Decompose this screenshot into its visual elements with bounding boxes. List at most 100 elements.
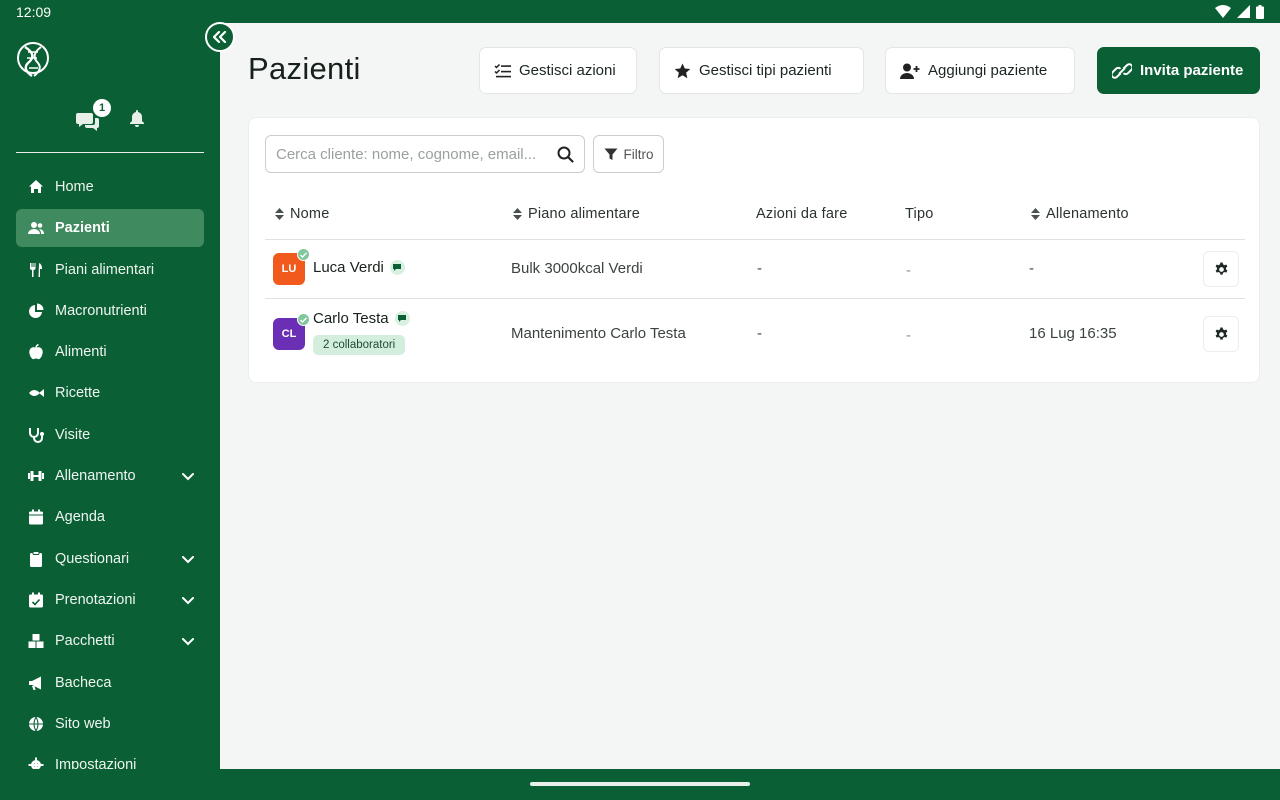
sidebar-item-label: Bacheca — [55, 674, 112, 691]
sidebar-item-allenamento[interactable]: Allenamento — [16, 457, 204, 495]
patient-search — [265, 135, 585, 173]
todo-actions-cell: - — [757, 325, 762, 342]
main-content: Pazienti Gestisci azioni Gestisci tipi p… — [220, 23, 1280, 769]
avatar-initials: CL — [281, 328, 297, 340]
sidebar-item-macronutrienti[interactable]: Macronutrienti — [16, 292, 204, 330]
sidebar-item-sito-web[interactable]: Sito web — [16, 705, 204, 743]
sort-icon — [1031, 208, 1040, 220]
list-check-icon — [494, 63, 511, 77]
sidebar-item-visite[interactable]: Visite — [16, 416, 204, 454]
home-gesture-handle[interactable] — [530, 782, 750, 786]
sidebar-divider — [16, 152, 204, 153]
manage-patient-types-button[interactable]: Gestisci tipi pazienti — [659, 47, 864, 94]
column-header-todo-actions-label: Azioni da fare — [756, 206, 848, 222]
avatar: LU — [273, 248, 310, 285]
sidebar-quick-icons: 1 — [76, 98, 146, 132]
meal-plan-cell[interactable]: Mantenimento Carlo Testa — [511, 325, 686, 342]
status-time: 12:09 — [16, 3, 52, 20]
sidebar-item-bacheca[interactable]: Bacheca — [16, 664, 204, 702]
sidebar-item-label: Piani alimentari — [55, 261, 155, 278]
messages-button[interactable]: 1 — [76, 98, 111, 131]
wifi-icon — [1215, 5, 1231, 18]
system-nav-bar — [0, 769, 1280, 800]
sidebar-item-label: Sito web — [55, 715, 111, 732]
sidebar-item-label: Macronutrienti — [55, 302, 147, 319]
sidebar-item-label: Allenamento — [55, 468, 136, 485]
gear-icon — [1215, 326, 1227, 340]
search-input[interactable] — [276, 145, 557, 163]
double-chevron-left-icon — [213, 31, 227, 43]
notifications-button[interactable] — [128, 109, 146, 132]
chevron-down-icon[interactable] — [182, 634, 194, 650]
sidebar-item-ricette[interactable]: Ricette — [16, 374, 204, 412]
unread-messages-badge: 1 — [93, 98, 111, 117]
apple-icon — [28, 344, 44, 360]
sidebar-item-pacchetti[interactable]: Pacchetti — [16, 622, 204, 660]
add-patient-button[interactable]: Aggiungi paziente — [885, 47, 1075, 94]
boxes-icon — [28, 633, 44, 649]
filter-button[interactable]: Filtro — [593, 135, 664, 173]
column-header-training[interactable]: Allenamento — [1031, 206, 1129, 222]
chevron-down-icon[interactable] — [182, 469, 194, 485]
manage-actions-button[interactable]: Gestisci azioni — [479, 47, 637, 94]
sidebar: 1 Home Pazienti Piani alimentari Macronutri… — [0, 23, 220, 769]
patient-name-label: Luca Verdi — [313, 259, 384, 276]
sidebar-item-alimenti[interactable]: Alimenti — [16, 333, 204, 371]
column-header-meal-plan[interactable]: Piano alimentare — [513, 206, 640, 222]
sort-icon — [513, 208, 522, 220]
column-header-meal-plan-label: Piano alimentare — [528, 206, 641, 222]
link-icon — [1112, 62, 1132, 79]
column-header-todo-actions: Azioni da fare — [756, 206, 847, 222]
users-icon — [28, 220, 44, 236]
table-row[interactable]: LU Luca Verdi Bulk 3000kcal Verdi - - - — [265, 240, 1245, 298]
chat-icon[interactable] — [389, 260, 405, 275]
star-icon — [674, 63, 691, 78]
meal-plan-cell[interactable]: Bulk 3000kcal Verdi — [511, 260, 643, 277]
fish-icon — [28, 385, 44, 401]
patients-card: Filtro Nome Piano alimentare Azioni da f… — [248, 117, 1260, 383]
column-header-name-label: Nome — [290, 206, 330, 222]
chevron-down-icon[interactable] — [182, 593, 194, 609]
add-patient-label: Aggiungi paziente — [928, 62, 1048, 79]
sidebar-item-questionari[interactable]: Questionari — [16, 540, 204, 578]
column-header-name[interactable]: Nome — [275, 206, 329, 222]
patient-name[interactable]: Carlo Testa — [313, 310, 410, 327]
sidebar-item-label: Impostazioni — [55, 757, 137, 769]
type-cell: - — [906, 327, 911, 344]
search-icon[interactable] — [557, 146, 574, 163]
sidebar-item-label: Ricette — [55, 385, 101, 402]
sidebar-item-piani-alimentari[interactable]: Piani alimentari — [16, 251, 204, 289]
utensils-icon — [28, 262, 44, 278]
invite-patient-label: Invita paziente — [1140, 62, 1244, 79]
todo-actions-cell: - — [757, 260, 762, 277]
app-logo[interactable] — [16, 41, 50, 79]
invite-patient-button[interactable]: Invita paziente — [1097, 47, 1260, 94]
chevron-down-icon[interactable] — [182, 552, 194, 568]
column-header-type-label: Tipo — [905, 206, 934, 222]
sidebar-item-prenotazioni[interactable]: Prenotazioni — [16, 581, 204, 619]
table-row[interactable]: CL Carlo Testa 2 collaboratori Mantenime… — [265, 299, 1245, 369]
page-title: Pazienti — [248, 51, 361, 86]
sidebar-item-impostazioni[interactable]: Impostazioni — [16, 746, 204, 769]
patient-name-label: Carlo Testa — [313, 310, 389, 327]
collaborators-badge[interactable]: 2 collaboratori — [313, 335, 406, 355]
patient-name[interactable]: Luca Verdi — [313, 259, 405, 276]
stethoscope-icon — [28, 427, 44, 443]
calendar-icon — [28, 509, 44, 525]
row-settings-button[interactable] — [1203, 251, 1239, 287]
battery-icon — [1256, 4, 1264, 19]
sidebar-item-pazienti[interactable]: Pazienti — [16, 209, 204, 248]
sidebar-item-label: Questionari — [55, 550, 130, 567]
avatar-initials: LU — [281, 263, 297, 275]
sidebar-item-home[interactable]: Home — [16, 168, 204, 206]
bell-icon — [130, 110, 144, 127]
collapse-sidebar-button[interactable] — [205, 22, 235, 52]
signal-icon — [1237, 5, 1250, 18]
sidebar-nav: Home Pazienti Piani alimentari Macronutrien… — [16, 168, 204, 769]
user-plus-icon — [900, 63, 920, 79]
sidebar-item-agenda[interactable]: Agenda — [16, 498, 204, 536]
dumbbell-icon — [28, 468, 44, 484]
chat-icon[interactable] — [394, 311, 410, 326]
sidebar-item-label: Alimenti — [55, 344, 107, 361]
row-settings-button[interactable] — [1203, 316, 1239, 352]
